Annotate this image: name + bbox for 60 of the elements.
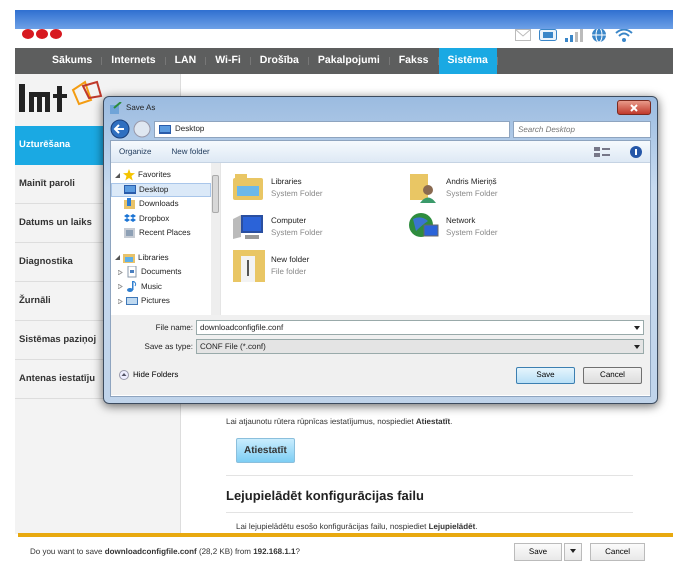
file-type-dropdown[interactable]: CONF File (*.conf) [196,339,644,354]
collapsed-arrow-icon [118,284,123,290]
file-name-field[interactable]: downloadconfigfile.conf [196,320,644,335]
recent-places-icon [124,227,136,240]
back-button-icon[interactable] [110,119,130,139]
tree-item[interactable]: Desktop [111,182,211,197]
collapsed-arrow-icon [118,270,123,275]
instruction-text: Lai lejupielādētu esošo konfigurācijas failu, nospiediet Lejupielādēt. [236,520,478,532]
downloads-folder-icon [124,198,136,210]
logo-icon [22,28,62,40]
close-button[interactable] [617,100,651,115]
save-icon [110,102,122,114]
search-field[interactable]: Search Desktop [513,120,651,138]
wifi-icon [615,28,633,42]
dialog-title: Save As [126,102,156,114]
desktop-icon [124,184,136,196]
nav-tab[interactable]: LAN [166,48,206,74]
dialog-button[interactable]: Cancel [583,366,642,384]
collapse-icon [119,370,129,380]
section-heading: Lejupielādēt konfigurācijas failu [226,475,633,512]
file-item[interactable]: Computer System Folder [233,207,408,246]
download-message: Do you want to save downloadconfigfile.conf (28,2 KB) from 192.168.1.1? [30,546,300,558]
download-bar-button[interactable]: Save [514,542,562,560]
scrollbar[interactable] [211,163,220,315]
nav-tab[interactable]: Wi-Fi [206,48,250,74]
collapsed-arrow-icon [118,298,123,304]
hide-folders-button[interactable]: Hide Folders [119,369,178,381]
nav-tab[interactable]: Pakalpojumi [308,48,389,74]
dropbox-icon [124,212,136,225]
file-item[interactable]: Libraries System Folder [233,168,408,207]
star-icon [123,169,135,182]
instruction-text: Lai atjaunotu rūtera rūpnīcas iestatījumus, nospiediet Atiestatīt. [226,416,454,428]
document-icon [126,266,138,278]
dropdown-arrow-icon [570,549,576,554]
folder-icon [233,250,265,282]
close-icon [630,104,638,112]
help-icon [630,146,642,158]
nav-tab[interactable]: Sākums [43,48,102,74]
signal-icon [565,28,583,42]
nav-tab[interactable]: Internets [102,48,165,74]
nav-tab[interactable]: Drošība [250,48,308,74]
dropdown-button[interactable] [564,542,582,560]
view-options-icon [594,146,610,156]
library-folder-icon [123,252,135,264]
reset-button[interactable]: Atiestatīt [236,438,295,463]
download-bar-button[interactable]: Cancel [590,542,645,560]
pictures-icon [126,295,138,308]
music-note-icon [126,280,138,293]
dropdown-arrow-icon [634,344,640,348]
dialog-button[interactable]: Save [516,366,575,384]
desktop-icon [159,124,171,134]
mail-icon [515,29,531,41]
dropdown-arrow-icon [634,326,640,330]
sim-card-icon [539,29,557,41]
nav-tab[interactable]: Fakss [390,48,438,74]
file-item[interactable]: Andris Mieriņš System Folder [408,168,583,207]
file-item[interactable]: New folder File folder [233,246,408,285]
file-item[interactable]: Network System Folder [408,207,583,246]
toolbar-button[interactable]: Organize [119,146,152,158]
address-field[interactable]: Desktop [154,120,510,138]
